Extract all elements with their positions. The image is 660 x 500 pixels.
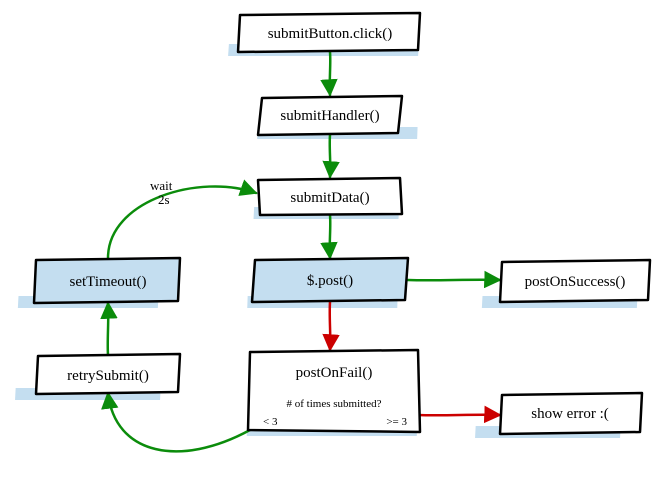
node-success-label: postOnSuccess() [525,274,626,290]
edge-submitdata-post [330,215,331,258]
node-retry: retrySubmit() [36,354,180,394]
node-timeout: setTimeout() [34,258,180,303]
node-fail-sub: # of times submitted? [286,398,381,410]
node-handler-label: submitHandler() [280,108,379,124]
node-click-label: submitButton.click() [268,26,393,42]
flowchart-diagram: wait2s submitButton.click() submitHandle… [0,0,660,500]
node-timeout-label: setTimeout() [70,274,147,290]
node-fail-branch-left: < 3 [263,416,278,428]
edge-handler-submitdata [330,135,331,177]
node-handler: submitHandler() [258,96,402,135]
node-post-label: $.post() [307,273,353,289]
node-submitdata-label: submitData() [290,190,369,206]
node-fail-label: postOnFail() [296,365,373,381]
node-success: postOnSuccess() [500,260,650,302]
node-retry-label: retrySubmit() [67,368,149,384]
edge-fail-retry [108,393,250,451]
node-submitdata: submitData() [258,178,402,215]
edge-timeout-submitdata [108,186,256,258]
edge-fail-showerror [418,415,500,416]
node-click: submitButton.click() [238,13,420,52]
node-showerror: show error :( [500,393,642,434]
edge-retry-timeout [108,303,109,355]
edge-post-success [408,280,500,281]
edge-post-fail [330,302,331,350]
edge-label-wait2s: wait2s [150,178,173,207]
node-fail-branch-right: >= 3 [386,416,407,428]
node-showerror-label: show error :( [531,406,608,422]
node-post: $.post() [252,258,408,302]
node-fail: postOnFail() # of times submitted? < 3 >… [248,350,420,432]
edge-click-handler [330,52,331,95]
